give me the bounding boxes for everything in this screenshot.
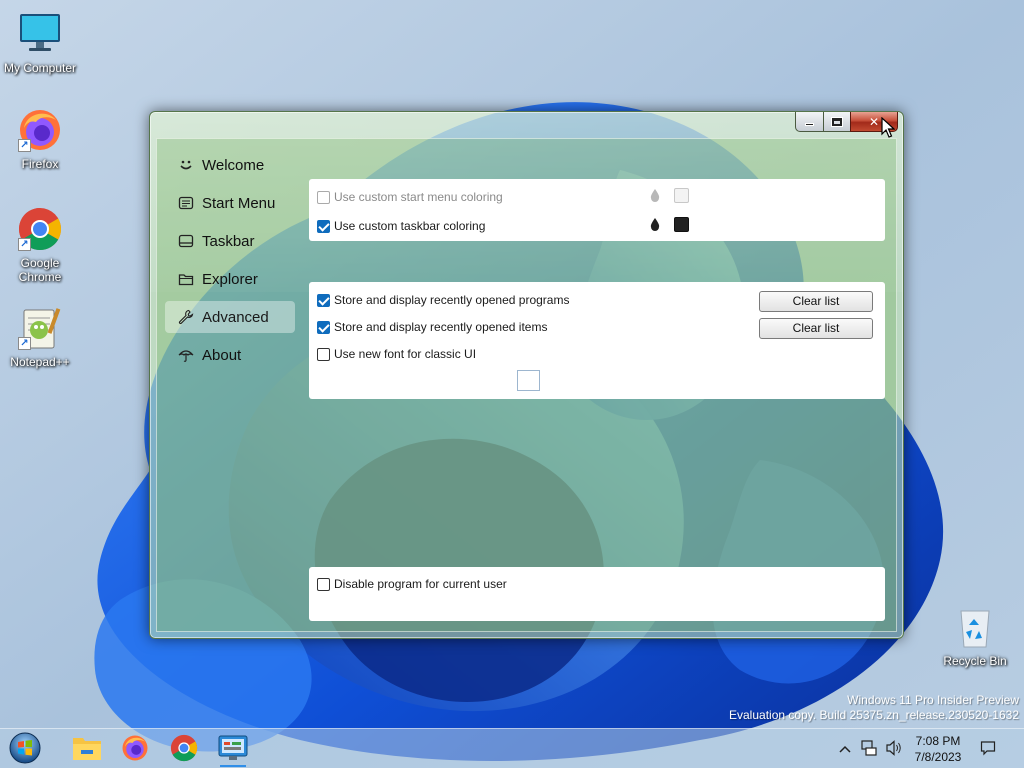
chrome-icon bbox=[170, 734, 198, 762]
wrench-icon bbox=[177, 308, 195, 326]
taskbar-coloring-label: Use custom taskbar coloring bbox=[334, 219, 486, 233]
desktop-icon-label: Recycle Bin bbox=[943, 654, 1007, 668]
disable-panel: Disable program for current user bbox=[309, 567, 885, 621]
recent-items-checkbox[interactable] bbox=[317, 320, 330, 334]
chrome-icon: ↗ bbox=[16, 205, 64, 253]
taskbar-clock[interactable]: 7:08 PM 7/8/2023 bbox=[908, 733, 968, 765]
smile-icon bbox=[177, 156, 195, 174]
start-menu-icon bbox=[177, 194, 195, 212]
taskbar-icon bbox=[177, 232, 195, 250]
window-client-area: Welcome Start Menu Taskbar Explorer Adva… bbox=[156, 138, 897, 632]
minimize-button[interactable] bbox=[795, 112, 823, 132]
nav-item-label: Start Menu bbox=[202, 194, 276, 212]
start-menu-color-drop-icon bbox=[650, 189, 660, 202]
taskbar-color-drop-icon bbox=[650, 218, 660, 231]
watermark-line-2: Evaluation copy. Build 25375.zn_release.… bbox=[729, 708, 1019, 722]
desktop-icon-label: Google Chrome bbox=[18, 256, 62, 284]
folder-icon bbox=[177, 270, 195, 288]
start-menu-coloring-checkbox[interactable] bbox=[317, 190, 330, 204]
taskbar: 7:08 PM 7/8/2023 bbox=[0, 728, 1024, 768]
watermark-line-1: Windows 11 Pro Insider Preview bbox=[847, 693, 1019, 707]
nav-item-label: Explorer bbox=[202, 270, 258, 288]
sidebar-nav: Welcome Start Menu Taskbar Explorer Adva… bbox=[165, 149, 295, 377]
taskbar-control-panel[interactable] bbox=[216, 731, 250, 767]
umbrella-icon bbox=[177, 346, 195, 364]
control-panel-icon bbox=[218, 735, 248, 760]
recent-programs-row: Store and display recently opened progra… bbox=[317, 293, 569, 307]
desktop-icon-notepadpp[interactable]: ↗ Notepad++ bbox=[0, 304, 80, 369]
tray-volume-button[interactable] bbox=[883, 729, 905, 768]
desktop-icon-recycle-bin[interactable]: Recycle Bin bbox=[935, 603, 1015, 668]
taskbar-color-swatch[interactable] bbox=[674, 217, 689, 232]
monitor-icon bbox=[16, 10, 64, 58]
nav-item-start-menu[interactable]: Start Menu bbox=[165, 187, 295, 219]
desktop-icon-my-computer[interactable]: My Computer bbox=[0, 10, 80, 75]
taskbar-chrome[interactable] bbox=[167, 731, 201, 765]
clock-date: 7/8/2023 bbox=[914, 750, 962, 764]
nav-item-label: Welcome bbox=[202, 156, 265, 174]
classic-font-label: Use new font for classic UI bbox=[334, 347, 477, 361]
disable-program-label: Disable program for current user bbox=[334, 577, 507, 591]
classic-font-checkbox[interactable] bbox=[317, 347, 330, 361]
tray-network-button[interactable] bbox=[858, 729, 880, 768]
nav-item-label: About bbox=[202, 346, 242, 364]
nav-item-label: Taskbar bbox=[202, 232, 255, 250]
desktop-icon-firefox[interactable]: ↗ Firefox bbox=[0, 106, 80, 171]
nav-item-taskbar[interactable]: Taskbar bbox=[165, 225, 295, 257]
taskbar-coloring-checkbox[interactable] bbox=[317, 219, 330, 233]
shortcut-arrow-icon: ↗ bbox=[18, 238, 31, 251]
nav-item-label: Advanced bbox=[202, 308, 269, 326]
speaker-icon bbox=[885, 739, 903, 759]
recent-items-row: Store and display recently opened items bbox=[317, 320, 547, 334]
disable-program-checkbox[interactable] bbox=[317, 577, 330, 591]
mouse-cursor-icon bbox=[881, 117, 895, 138]
nav-item-about[interactable]: About bbox=[165, 339, 295, 371]
start-menu-coloring-row: Use custom start menu coloring bbox=[317, 190, 503, 204]
start-orb-icon bbox=[9, 732, 41, 764]
network-icon bbox=[860, 739, 878, 760]
maximize-button[interactable] bbox=[823, 112, 850, 132]
desktop-icon-label: My Computer bbox=[3, 61, 77, 75]
clock-time: 7:08 PM bbox=[915, 734, 961, 748]
file-explorer-icon bbox=[73, 738, 101, 760]
nav-item-advanced[interactable]: Advanced bbox=[165, 301, 295, 333]
desktop-icon-label: Notepad++ bbox=[10, 355, 70, 369]
coloring-panel: Use custom start menu coloring Use custo… bbox=[309, 179, 885, 241]
shortcut-arrow-icon: ↗ bbox=[18, 139, 31, 152]
clear-items-button[interactable]: Clear list bbox=[759, 318, 873, 339]
classic-font-row: Use new font for classic UI bbox=[317, 347, 476, 361]
start-button[interactable] bbox=[8, 731, 42, 765]
maximize-icon bbox=[831, 116, 843, 127]
desktop-icon-label: Firefox bbox=[21, 157, 59, 171]
recent-programs-checkbox[interactable] bbox=[317, 293, 330, 307]
settings-window: ✕ Welcome Start Menu Taskbar Explorer Ad… bbox=[149, 111, 904, 639]
notepadpp-icon: ↗ bbox=[16, 304, 64, 352]
history-panel: Store and display recently opened progra… bbox=[309, 282, 885, 399]
firefox-icon bbox=[122, 735, 148, 761]
notification-icon bbox=[980, 740, 996, 759]
recent-items-label: Store and display recently opened items bbox=[334, 320, 548, 334]
clear-programs-button[interactable]: Clear list bbox=[759, 291, 873, 312]
disable-program-row: Disable program for current user bbox=[317, 577, 507, 591]
taskbar-coloring-row: Use custom taskbar coloring bbox=[317, 219, 485, 233]
notifications-button[interactable] bbox=[977, 729, 999, 768]
shortcut-arrow-icon: ↗ bbox=[18, 337, 31, 350]
taskbar-firefox[interactable] bbox=[118, 731, 152, 765]
minimize-icon bbox=[805, 123, 814, 126]
start-menu-color-swatch[interactable] bbox=[674, 188, 689, 203]
tray-overflow-button[interactable] bbox=[836, 729, 854, 768]
firefox-icon: ↗ bbox=[16, 106, 64, 154]
chevron-up-icon bbox=[839, 742, 851, 756]
start-menu-coloring-label: Use custom start menu coloring bbox=[334, 190, 503, 204]
recycle-bin-icon bbox=[951, 603, 999, 651]
nav-item-explorer[interactable]: Explorer bbox=[165, 263, 295, 295]
close-icon: ✕ bbox=[868, 114, 880, 129]
evaluation-watermark: Windows 11 Pro Insider Preview Evaluatio… bbox=[729, 693, 1019, 723]
nav-item-welcome[interactable]: Welcome bbox=[165, 149, 295, 181]
recent-programs-label: Store and display recently opened progra… bbox=[334, 293, 570, 307]
desktop-icon-chrome[interactable]: ↗ Google Chrome bbox=[0, 205, 80, 284]
focus-placeholder-box[interactable] bbox=[517, 370, 540, 391]
taskbar-file-explorer[interactable] bbox=[70, 731, 104, 765]
